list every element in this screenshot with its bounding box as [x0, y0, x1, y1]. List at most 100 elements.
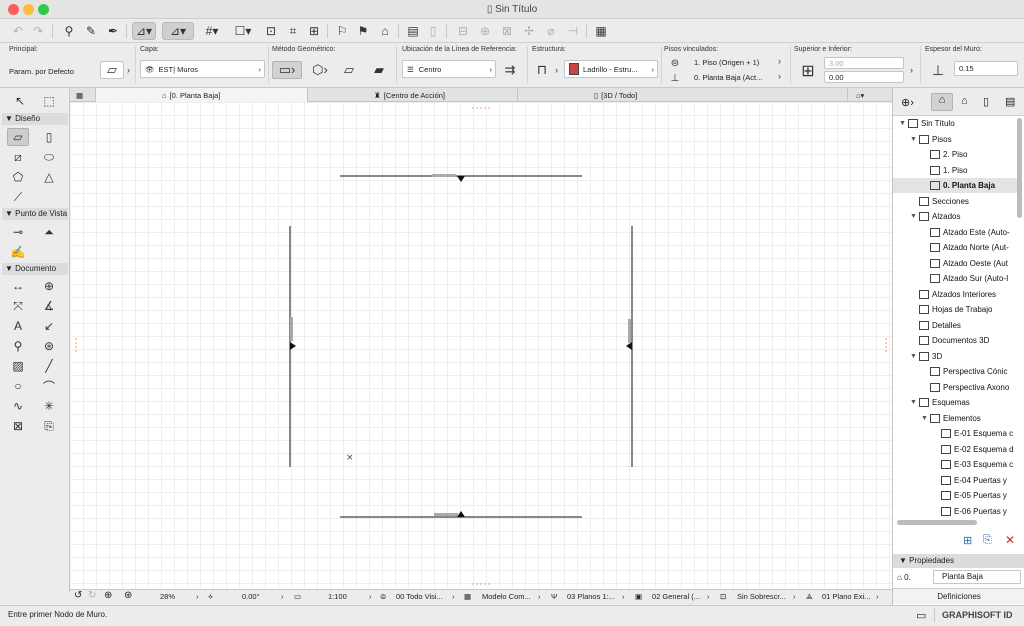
worksheet-tool-icon[interactable]: ✍ [7, 243, 29, 261]
favorite-value[interactable]: Param. por Defecto [9, 67, 74, 76]
undo-zoom-icon[interactable]: ↺ [74, 590, 82, 601]
undo-icon[interactable]: ↶ [10, 22, 26, 40]
navigator-item[interactable]: Detalles [893, 318, 1017, 333]
navigator-item[interactable]: Alzado Este (Auto- [893, 225, 1017, 240]
slider-icon[interactable]: ▯ [426, 22, 440, 40]
window-layout-icon[interactable]: ▭ [916, 609, 926, 622]
bottom-height-field[interactable]: 0.00 [824, 71, 904, 83]
chevron-right-icon[interactable]: › [793, 592, 796, 601]
project-map-icon[interactable]: ⌂ [931, 93, 953, 111]
new-view-icon[interactable]: ⊞ [963, 534, 972, 547]
pick-up-icon[interactable]: ✎ [82, 22, 100, 40]
figure-tool-icon[interactable]: ⊠ [7, 417, 29, 435]
chevron-right-icon[interactable]: › [876, 592, 879, 601]
disclosure-triangle-icon[interactable]: ▼ [910, 136, 919, 143]
intersect-icon[interactable]: ✢ [520, 22, 538, 40]
tab-floor-plan[interactable]: ⌂ [0. Planta Baja] [96, 88, 308, 102]
section-tool-icon[interactable]: ⊸ [7, 223, 29, 241]
tab-menu-button[interactable]: ⌂▾ [850, 88, 892, 102]
tree-scrollbar[interactable] [1017, 118, 1022, 218]
chevron-right-icon[interactable]: › [555, 65, 558, 75]
layout-book-icon[interactable]: ▯ [983, 95, 989, 108]
trapezoid-wall-icon[interactable]: ⬡› [306, 61, 334, 79]
navigator-item[interactable]: ▼ Esquemas [893, 395, 1017, 410]
navigator-mode-icon[interactable]: ⊕› [901, 96, 914, 109]
navigator-item[interactable]: Documentos 3D [893, 333, 1017, 348]
flip-reference-icon[interactable]: ⇉ [499, 61, 521, 79]
wall-favorite-icon[interactable]: ▱ [100, 61, 124, 79]
dimension-style-value[interactable]: 02 General (... [652, 592, 700, 601]
tree-h-scrollbar[interactable] [897, 520, 977, 525]
dimension-icon[interactable]: ⊡ [262, 22, 280, 40]
publisher-sets-icon[interactable]: ▤ [1005, 95, 1015, 108]
navigator-item[interactable]: ▼ 3D [893, 349, 1017, 364]
navigator-item[interactable]: E-05 Puertas y [893, 488, 1017, 503]
trim-icon[interactable]: ⌗ [284, 22, 302, 40]
composite-select[interactable]: Ladrillo - Estru... › [564, 60, 658, 78]
redo-icon[interactable]: ↷ [30, 22, 46, 40]
marquee-tool-icon[interactable]: ⬚ [38, 92, 60, 110]
chevron-right-icon[interactable]: › [452, 592, 455, 601]
disclosure-triangle-icon[interactable]: ▼ [921, 415, 930, 422]
navigator-item[interactable]: ▼ Elementos [893, 411, 1017, 426]
arrow-tool-icon[interactable]: ↖ [9, 92, 31, 110]
navigator-item[interactable]: 2. Piso [893, 147, 1017, 162]
chevron-right-icon[interactable]: › [778, 71, 781, 81]
view-map-icon[interactable]: ⌂ [961, 95, 968, 107]
zoom-in-icon[interactable]: ⊕ [104, 590, 112, 601]
bottom-link-icon[interactable]: ⊥ [666, 72, 684, 84]
tab-overview[interactable]: ▦ [70, 88, 96, 102]
split-icon[interactable]: ⊣ [564, 22, 582, 40]
suspend-groups-icon[interactable]: ☐▾ [230, 22, 256, 40]
navigator-item[interactable]: Alzado Norte (Aut- [893, 240, 1017, 255]
navigator-item[interactable]: ▼ Alzados [893, 209, 1017, 224]
pen-set-value[interactable]: 03 Planos 1:... [567, 592, 615, 601]
chevron-right-icon[interactable]: › [127, 65, 130, 75]
wall-thickness-field[interactable]: 0.15 [954, 61, 1018, 76]
layer-select[interactable]: 👁 EST| Muros › [140, 60, 265, 78]
disclosure-triangle-icon[interactable]: ▼ [899, 120, 908, 127]
angle-dimension-icon[interactable]: ∡ [38, 297, 60, 315]
delete-icon[interactable]: ✕ [1005, 533, 1015, 547]
straight-wall-icon[interactable]: ▭› [272, 61, 302, 79]
flag-icon[interactable]: ⚐ [334, 22, 350, 40]
zoom-value[interactable]: 28% [160, 592, 175, 601]
disclosure-triangle-icon[interactable]: ▼ [910, 399, 919, 406]
properties-header[interactable]: ▼ Propiedades [893, 554, 1024, 568]
elevation-tool-icon[interactable]: ⏶ [38, 223, 60, 241]
chevron-right-icon[interactable]: › [910, 65, 913, 75]
fillet-icon[interactable]: ⌀ [542, 22, 560, 40]
renovation-filter-value[interactable]: 01 Plano Exi... [822, 592, 870, 601]
navigator-item[interactable]: Alzado Oeste (Aut [893, 256, 1017, 271]
chevron-right-icon[interactable]: › [778, 56, 781, 66]
circle-tool-icon[interactable]: ○ [7, 377, 29, 395]
hotspot-tool-icon[interactable]: ✳ [38, 397, 60, 415]
railing-tool-icon[interactable]: ⟋ [7, 188, 29, 206]
adjust-icon[interactable]: ⊠ [498, 22, 516, 40]
chevron-right-icon[interactable]: › [622, 592, 625, 601]
label-tool-icon[interactable]: ↙ [38, 317, 60, 335]
chevron-right-icon[interactable]: › [707, 592, 710, 601]
bottom-linked-story[interactable]: 0. Planta Baja (Act... [694, 73, 762, 82]
inject-icon[interactable]: ✒ [104, 22, 122, 40]
navigator-item[interactable]: E-02 Esquema d [893, 442, 1017, 457]
definitions-button[interactable]: Definiciones [893, 588, 1024, 604]
properties-name-field[interactable]: Planta Baja [933, 570, 1021, 584]
roof-tool-icon[interactable]: ⬠ [7, 168, 29, 186]
wall-tool-icon[interactable]: ▱ [7, 128, 29, 146]
beam-tool-icon[interactable]: ⧄ [7, 148, 29, 166]
navigator-item[interactable]: Perspectiva Cónic [893, 364, 1017, 379]
angle-value[interactable]: 0.00° [242, 592, 260, 601]
navigator-item[interactable]: Perspectiva Axono [893, 380, 1017, 395]
reference-line-select[interactable]: ☰ Centro › [402, 60, 496, 78]
arc-tool-icon[interactable]: ⌒ [38, 377, 60, 395]
navigator-item[interactable]: ▼ Sin Título [893, 116, 1017, 131]
level-dimension-icon[interactable]: ⊕ [38, 277, 60, 295]
navigator-item[interactable]: E-04 Puertas y [893, 473, 1017, 488]
document-section-header[interactable]: ▼ Documento [2, 263, 68, 275]
navigator-item[interactable]: 1. Piso [893, 163, 1017, 178]
text-tool-icon[interactable]: A [7, 317, 29, 335]
align-icon[interactable]: ⊟ [454, 22, 472, 40]
line-tool-icon[interactable]: ╱ [38, 357, 60, 375]
chevron-right-icon[interactable]: › [196, 592, 199, 601]
